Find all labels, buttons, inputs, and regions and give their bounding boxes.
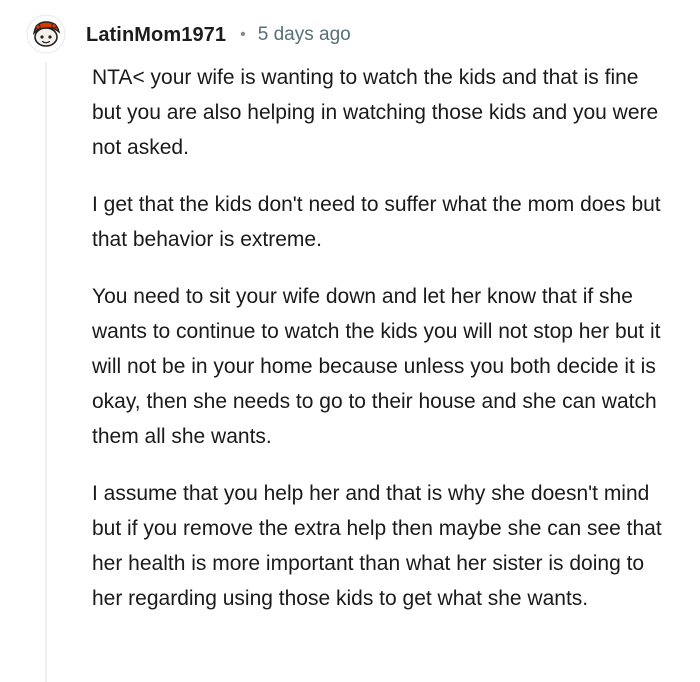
comment: LatinMom1971 • 5 days ago NTA< your wife… [0,0,700,682]
comment-paragraph: I get that the kids don't need to suffer… [92,193,661,251]
comment-paragraph: I assume that you help her and that is w… [92,482,662,610]
thread-line[interactable] [45,62,47,682]
meta-separator: • [240,26,246,43]
avatar[interactable] [26,14,66,54]
comment-meta: LatinMom1971 • 5 days ago [86,22,351,48]
comment-paragraph: NTA< your wife is wanting to watch the k… [92,66,659,159]
comment-paragraph: You need to sit your wife down and let h… [92,285,661,448]
username-link[interactable]: LatinMom1971 [86,24,226,47]
comment-body: NTA< your wife is wanting to watch the k… [92,60,672,638]
comment-timestamp[interactable]: 5 days ago [258,24,351,46]
snoo-avatar-icon [26,14,66,54]
